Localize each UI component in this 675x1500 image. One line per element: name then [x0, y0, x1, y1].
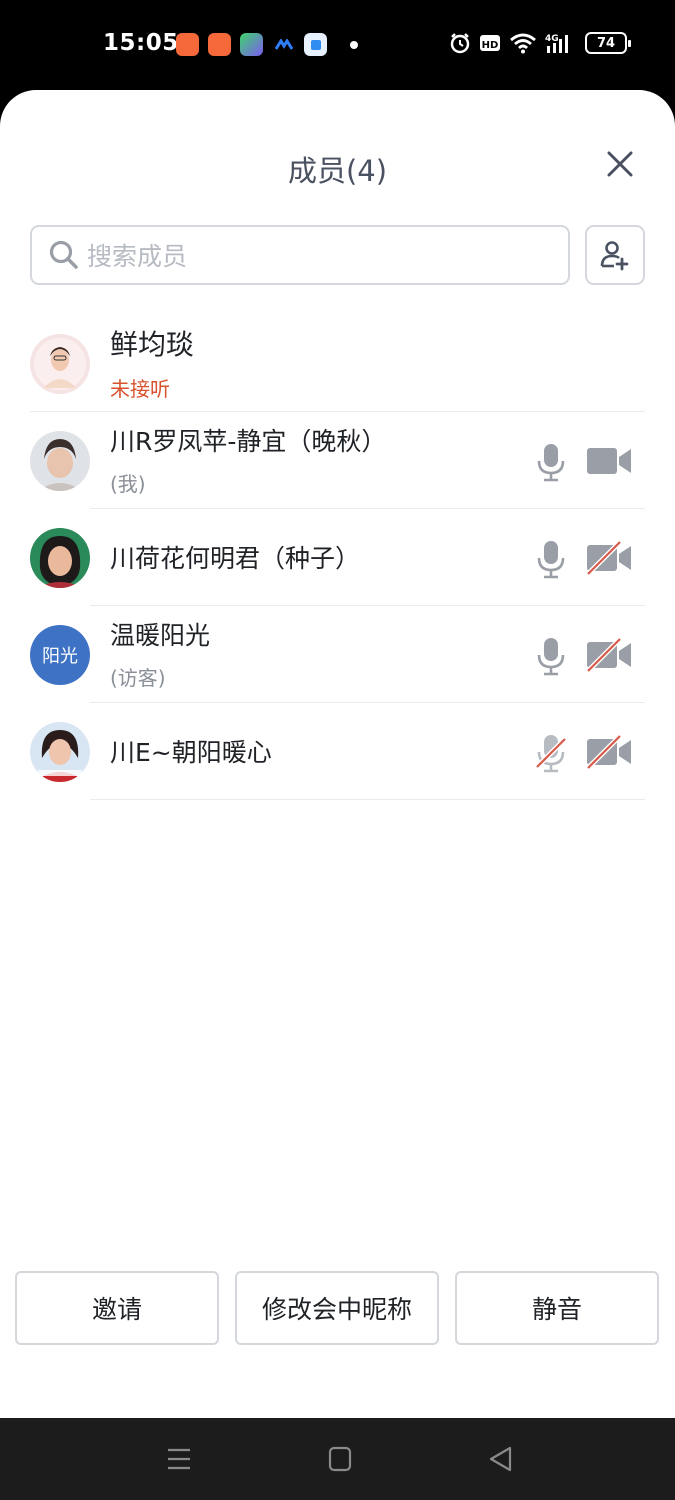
member-row[interactable]: 川E~朝阳暖心 [0, 703, 675, 800]
member-tag: (访客) [110, 666, 166, 690]
members-sheet: 成员(4) 搜索成员 鲜均琰 未接听 川R罗凤苹-静宜（晚秋） (我) 川荷花何… [0, 90, 675, 1418]
wifi-icon [510, 33, 536, 54]
member-name: 川荷花何明君（种子） [110, 544, 361, 573]
mute-all-button[interactable]: 静音 [455, 1271, 659, 1345]
member-name: 温暖阳光 [110, 621, 211, 650]
app-notification-icon [208, 33, 231, 56]
status-time: 15:05 [103, 30, 179, 56]
status-bar: 15:05 HD 4G 74 [0, 0, 675, 90]
avatar: 阳光 [30, 625, 90, 685]
browser-app-icon [304, 33, 327, 56]
add-person-icon [600, 241, 629, 271]
member-tag: (我) [110, 472, 146, 496]
sheet-title: 成员(4) [287, 154, 388, 188]
more-notifications-dot [350, 40, 358, 49]
avatar [30, 528, 90, 588]
camera-off-icon[interactable] [586, 734, 632, 770]
member-row[interactable]: 川荷花何明君（种子） [0, 509, 675, 606]
battery-icon: 74 [585, 32, 631, 54]
system-icons: HD 4G 74 [449, 32, 631, 54]
back-icon[interactable] [488, 1446, 512, 1472]
avatar [30, 334, 90, 394]
camera-off-icon[interactable] [586, 637, 632, 673]
member-row[interactable]: 鲜均琰 未接听 [0, 315, 675, 412]
search-placeholder: 搜索成员 [87, 242, 188, 271]
divider [90, 799, 645, 800]
member-row[interactable]: 阳光 温暖阳光 (访客) [0, 606, 675, 703]
member-name: 川R罗凤苹-静宜（晚秋） [110, 427, 387, 456]
member-row[interactable]: 川R罗凤苹-静宜（晚秋） (我) [0, 412, 675, 509]
alarm-icon [450, 33, 470, 54]
camera-on-icon[interactable] [586, 443, 632, 479]
signal-4g-icon: 4G [545, 34, 568, 53]
hd-icon: HD [480, 35, 500, 51]
action-bar: 邀请 修改会中昵称 静音 [15, 1271, 659, 1345]
member-name: 鲜均琰 [110, 328, 195, 361]
home-icon[interactable] [328, 1446, 352, 1472]
svg-text:HD: HD [482, 40, 499, 51]
rename-nickname-button[interactable]: 修改会中昵称 [235, 1271, 439, 1345]
camera-off-icon[interactable] [586, 540, 632, 576]
recent-apps-icon[interactable] [166, 1446, 192, 1472]
iqiyi-icon [240, 33, 263, 56]
mic-on-icon[interactable] [534, 442, 568, 482]
mic-on-icon[interactable] [534, 636, 568, 676]
close-icon [607, 151, 633, 177]
member-name: 川E~朝阳暖心 [110, 738, 272, 767]
avatar [30, 431, 90, 491]
add-member-button[interactable] [585, 225, 645, 285]
mic-off-icon[interactable] [534, 733, 568, 773]
meeting-app-icon [272, 33, 295, 56]
search-icon [49, 240, 78, 269]
invite-button[interactable]: 邀请 [15, 1271, 219, 1345]
notification-icons [176, 33, 358, 56]
mic-on-icon[interactable] [534, 539, 568, 579]
close-button[interactable] [600, 144, 640, 184]
app-notification-icon [176, 33, 199, 56]
search-input[interactable]: 搜索成员 [30, 225, 570, 285]
member-list: 鲜均琰 未接听 川R罗凤苹-静宜（晚秋） (我) 川荷花何明君（种子） 阳光 温… [0, 315, 675, 800]
svg-text:4G: 4G [545, 34, 559, 44]
system-nav-bar [0, 1418, 675, 1500]
member-status: 未接听 [110, 377, 170, 401]
avatar [30, 722, 90, 782]
